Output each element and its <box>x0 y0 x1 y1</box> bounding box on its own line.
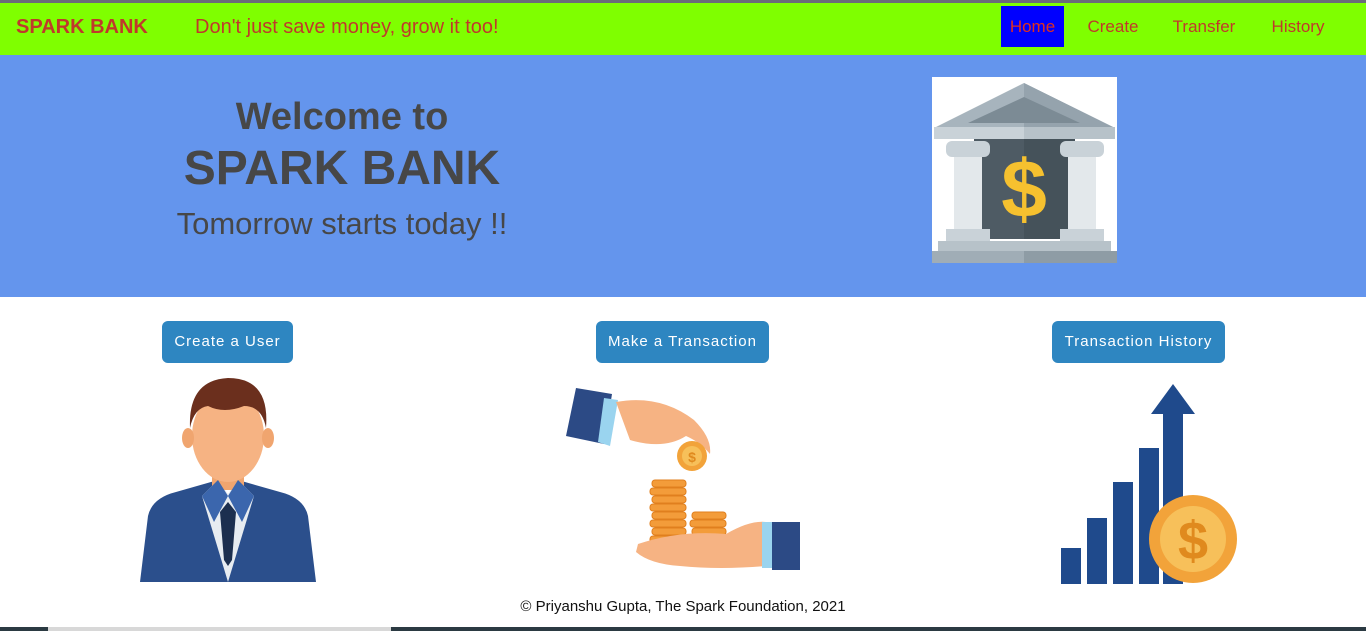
brand-logo[interactable]: SPARK BANK <box>16 16 148 39</box>
hand-giving-coins-icon: $ <box>560 380 810 580</box>
svg-text:$: $ <box>688 449 696 465</box>
nav-home-link[interactable]: Home <box>1001 6 1064 47</box>
hero-bank-name: SPARK BANK <box>183 142 501 195</box>
footer-copyright: © Priyanshu Gupta, The Spark Foundation,… <box>520 598 846 615</box>
hero-banner: Welcome to SPARK BANK Tomorrow starts to… <box>0 55 1366 297</box>
svg-text:$: $ <box>1178 511 1208 571</box>
taskbar-strip <box>0 627 1366 631</box>
hero-slogan: Tomorrow starts today !! <box>176 206 508 241</box>
nav-history-link[interactable]: History <box>1262 6 1334 47</box>
create-user-button[interactable]: Create a User <box>162 321 293 363</box>
transaction-history-button[interactable]: Transaction History <box>1052 321 1225 363</box>
svg-text:$: $ <box>1001 144 1047 235</box>
bank-building-dollar-icon: $ <box>932 77 1117 263</box>
make-transaction-button[interactable]: Make a Transaction <box>596 321 769 363</box>
hero-welcome: Welcome to <box>235 96 449 138</box>
scrollbar-thumb[interactable] <box>48 627 391 631</box>
navbar-tagline: Don't just save money, grow it too! <box>195 16 499 38</box>
businessman-icon <box>132 376 324 586</box>
navbar: SPARK BANK Don't just save money, grow i… <box>0 3 1366 55</box>
nav-transfer-link[interactable]: Transfer <box>1164 6 1244 47</box>
growth-chart-coin-icon: $ <box>1055 382 1245 587</box>
nav-create-link[interactable]: Create <box>1080 6 1146 47</box>
